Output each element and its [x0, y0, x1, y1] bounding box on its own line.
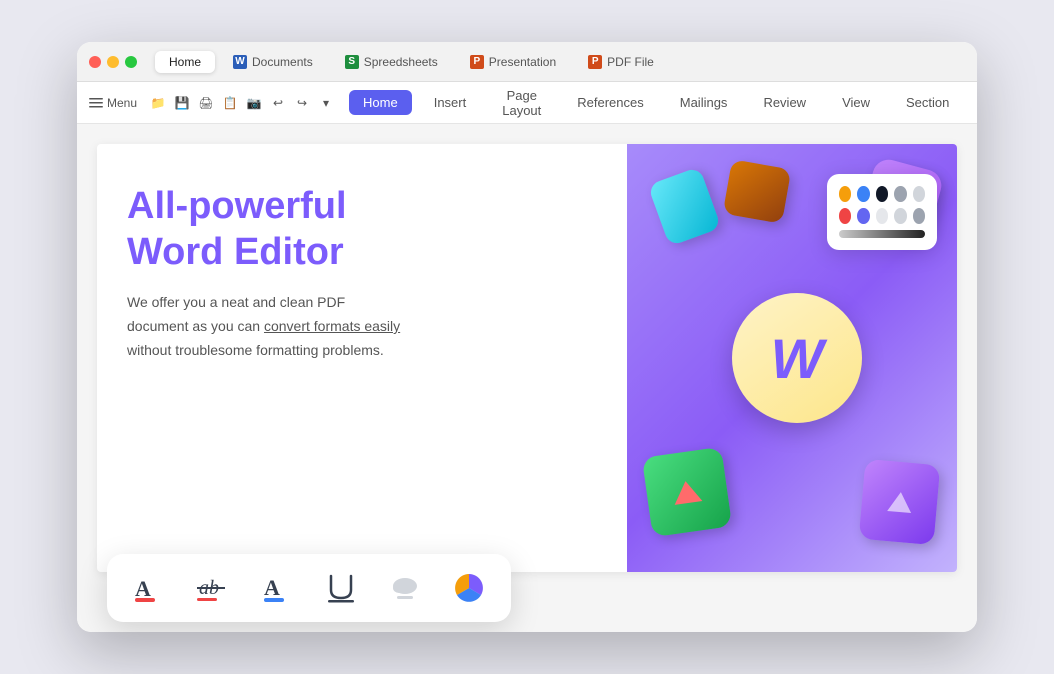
color-row-1 [839, 186, 925, 202]
brown-shape-icon [723, 159, 792, 224]
nav-insert[interactable]: Insert [420, 90, 481, 115]
svg-text:A: A [135, 576, 151, 601]
green-card-icon [642, 447, 732, 537]
color-red[interactable] [839, 208, 851, 224]
nav-mailings[interactable]: Mailings [666, 90, 742, 115]
document-area: All-powerful Word Editor We offer you a … [97, 144, 957, 572]
nav-home[interactable]: Home [349, 90, 412, 115]
nav-view[interactable]: View [828, 90, 884, 115]
sheets-icon: S [345, 55, 359, 69]
color-black[interactable] [876, 186, 888, 202]
color-pale[interactable] [876, 208, 888, 224]
tab-documents[interactable]: W Documents [219, 51, 327, 73]
color-picker [827, 174, 937, 250]
floating-toolbar: A ab A [107, 554, 511, 622]
pdf-icon: P [588, 55, 602, 69]
teal-shape-icon [648, 167, 722, 247]
toolbar: Menu 📁 💾 🖨 📋 📷 ↩ ↪ ▾ Home Insert Page La… [77, 82, 977, 124]
undo-icon[interactable]: ↩ [267, 92, 289, 114]
tab-home[interactable]: Home [155, 51, 215, 73]
arrow-icon[interactable]: ▾ [315, 92, 337, 114]
w-circle-icon: W [732, 293, 862, 423]
chart-button[interactable] [447, 566, 491, 610]
nav-review[interactable]: Review [749, 90, 820, 115]
tab-spreadsheets-label: Spreedsheets [364, 55, 438, 69]
green-triangle [672, 479, 703, 505]
tab-home-label: Home [169, 55, 201, 69]
toolbar-icons: 📁 💾 🖨 📋 📷 ↩ ↪ ▾ [147, 92, 337, 114]
redo-icon[interactable]: ↪ [291, 92, 313, 114]
open-file-icon[interactable]: 📁 [147, 92, 169, 114]
maximize-button[interactable] [125, 56, 137, 68]
tab-pdf-label: PDF File [607, 55, 654, 69]
menu-label: Menu [107, 96, 137, 110]
ppt-icon: P [470, 55, 484, 69]
tab-documents-label: Documents [252, 55, 313, 69]
color-gray[interactable] [894, 186, 906, 202]
nav-references[interactable]: References [563, 90, 657, 115]
word-icon: W [233, 55, 247, 69]
tab-presentation-label: Presentation [489, 55, 556, 69]
hamburger-icon [89, 98, 103, 108]
purple-card-icon [859, 459, 941, 545]
color-light-gray[interactable] [913, 186, 925, 202]
tab-bar: Home W Documents S Spreedsheets P Presen… [155, 51, 965, 73]
svg-text:A: A [264, 575, 280, 600]
color-indigo[interactable] [857, 208, 869, 224]
color-blue[interactable] [857, 186, 869, 202]
traffic-lights [89, 56, 137, 68]
color-medium-gray[interactable] [894, 208, 906, 224]
underline-button[interactable] [319, 566, 363, 610]
doc-link: convert formats easily [264, 318, 400, 334]
minimize-button[interactable] [107, 56, 119, 68]
text-color-button[interactable]: A [127, 566, 171, 610]
nav-page-layout[interactable]: Page Layout [488, 83, 555, 123]
copy-icon[interactable]: 📋 [219, 92, 241, 114]
save-icon[interactable]: 💾 [171, 92, 193, 114]
app-window: Home W Documents S Spreedsheets P Presen… [77, 42, 977, 632]
close-button[interactable] [89, 56, 101, 68]
purple-triangle [887, 491, 913, 513]
doc-body: We offer you a neat and clean PDF docume… [127, 291, 407, 362]
camera-icon[interactable]: 📷 [243, 92, 265, 114]
nav-bar: Home Insert Page Layout References Maili… [349, 83, 977, 123]
color-yellow[interactable] [839, 186, 851, 202]
nav-section[interactable]: Section [892, 90, 963, 115]
color-slider[interactable] [839, 230, 925, 238]
font-color-button[interactable]: A [255, 566, 299, 610]
nav-tools[interactable]: Tools [971, 90, 977, 115]
title-bar: Home W Documents S Spreedsheets P Presen… [77, 42, 977, 82]
tab-pdf[interactable]: P PDF File [574, 51, 668, 73]
menu-button[interactable]: Menu [89, 96, 137, 110]
eraser-button[interactable] [383, 566, 427, 610]
tab-spreadsheets[interactable]: S Spreedsheets [331, 51, 452, 73]
w-letter: W [771, 326, 824, 391]
color-dark-gray[interactable] [913, 208, 925, 224]
tab-presentation[interactable]: P Presentation [456, 51, 570, 73]
color-row-2 [839, 208, 925, 224]
print-icon[interactable]: 🖨 [195, 92, 217, 114]
strikethrough-button[interactable]: ab [191, 566, 235, 610]
